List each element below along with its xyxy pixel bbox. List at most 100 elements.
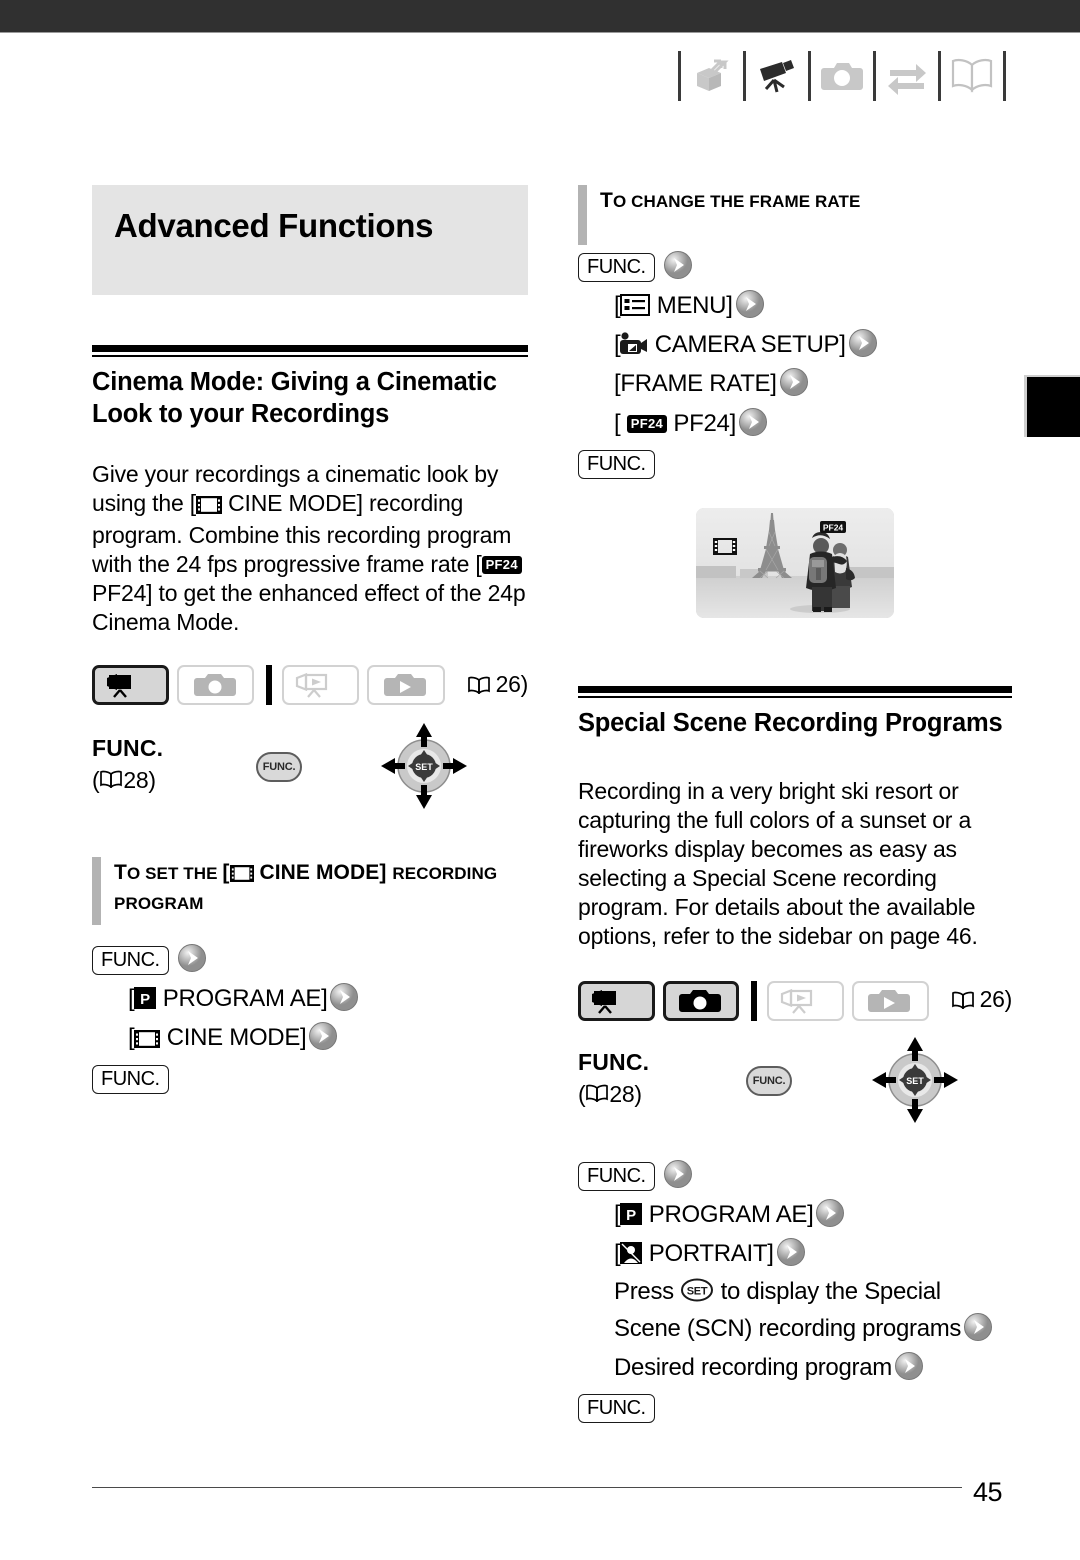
next-step-arrow-icon[interactable] (776, 1237, 806, 1276)
special-scene-body-paragraph: Recording in a very bright ski resort or… (578, 778, 978, 949)
chapter-icon-strip (676, 44, 1008, 108)
next-step-arrow-icon[interactable] (177, 943, 207, 982)
func-button-box[interactable]: FUNC. (578, 1162, 655, 1192)
section-title-special-scene: Special Scene Recording Programs (578, 708, 1003, 737)
mode-group-separator (266, 665, 273, 706)
svg-text:P: P (141, 991, 151, 1008)
next-step-arrow-icon[interactable] (963, 1312, 993, 1351)
icon-divider (808, 51, 811, 101)
subheading-text-frame-rate: TO CHANGE THE FRAME RATE (600, 189, 861, 212)
mode-camera-record-button[interactable] (578, 980, 655, 1021)
procedure-frame-rate: FUNC. [ MENU] [ CAMERA SETUP] [FRAME RAT… (578, 250, 1012, 480)
mode-photo-record-button[interactable] (177, 665, 255, 706)
procedure-step-scn-programs: Scene (SCN) recording programs (614, 1312, 1012, 1351)
program-ae-label: PROGRAM AE] (156, 985, 328, 1013)
cine-mode-filmstrip-icon (195, 492, 223, 521)
next-step-arrow-icon[interactable] (308, 1021, 338, 1060)
icon-divider (678, 51, 681, 101)
next-step-arrow-icon[interactable] (894, 1351, 924, 1390)
unpack-box-icon (683, 47, 741, 105)
func-page-number: 28 (123, 767, 149, 794)
open-book-icon (943, 47, 1001, 105)
section-rule (92, 345, 528, 357)
procedure-step-frame-rate: [FRAME RATE] (614, 367, 1012, 406)
page-reference-text: 26 (495, 670, 521, 697)
open-book-ref-icon (585, 1081, 609, 1107)
func-hardware-button-left[interactable]: FUNC. (256, 752, 302, 783)
mode-photo-play-button[interactable] (851, 980, 929, 1021)
next-step-arrow-icon[interactable] (815, 1198, 845, 1237)
set-button-icon[interactable]: SET (680, 1278, 714, 1311)
eiffel-tower-sample-photo: PF24 (696, 507, 894, 618)
next-step-arrow-icon[interactable] (329, 982, 359, 1021)
func-button-box[interactable]: FUNC. (578, 449, 655, 479)
icon-divider (743, 51, 746, 101)
procedure-step-menu: [ MENU] (614, 289, 1012, 328)
open-book-ref-icon (467, 673, 491, 699)
svg-text:P: P (627, 1207, 637, 1224)
svg-text:SET: SET (906, 1076, 924, 1086)
mode-button-row-right: 26) (578, 980, 1012, 1021)
next-step-arrow-icon[interactable] (738, 407, 768, 446)
joystick-set-left[interactable]: SET (379, 721, 469, 816)
page-number: 45 (972, 1477, 1003, 1507)
exchange-arrows-icon (878, 47, 936, 105)
body-text-part3: PF24] to get the enhanced effect of the … (92, 580, 526, 636)
mode-group-separator (751, 980, 758, 1021)
icon-divider (938, 51, 941, 101)
func-button-box[interactable]: FUNC. (92, 1064, 169, 1094)
subheading-accent-bar (578, 185, 587, 245)
section-title-cinema: Cinema Mode: Giving a Cinematic Look to … (92, 368, 497, 429)
pf24-badge: PF24 (626, 414, 668, 433)
procedure-step-cine-mode: [ CINE MODE] (128, 1021, 528, 1060)
func-block-right: FUNC. (28) FUNC. SET (578, 1036, 1012, 1153)
next-step-arrow-icon[interactable] (848, 328, 878, 367)
next-step-arrow-icon[interactable] (663, 1159, 693, 1198)
photo-camera-icon (813, 47, 871, 105)
chapter-tab-marker (1024, 375, 1080, 437)
procedure-step-func-close: FUNC. (92, 1063, 528, 1095)
mode-camera-play-button[interactable] (282, 665, 360, 706)
mode-camera-record-button[interactable] (92, 665, 170, 706)
camcorder-icon (748, 47, 806, 105)
open-book-ref-icon (951, 988, 975, 1014)
procedure-step-portrait: [ PORTRAIT] (614, 1237, 1012, 1276)
procedure-special-scene: FUNC. [P PROGRAM AE] [ PORTRAIT] Press S… (578, 1159, 1012, 1424)
func-page-number: 28 (609, 1080, 635, 1107)
mode-photo-play-button[interactable] (367, 665, 445, 706)
right-column: TO CHANGE THE FRAME RATE FUNC. [ MENU] [… (578, 185, 1012, 1424)
open-book-ref-icon (99, 767, 123, 793)
program-ae-label: PROGRAM AE] (642, 1201, 814, 1229)
procedure-step-func-open: FUNC. (92, 943, 528, 982)
func-block-left: FUNC. (28) FUNC. SET (92, 723, 528, 845)
procedure-step-func-open: FUNC. (578, 1159, 1012, 1198)
footer-rule (92, 1487, 962, 1488)
func-button-box[interactable]: FUNC. (92, 946, 169, 976)
joystick-set-right[interactable]: SET (870, 1035, 960, 1130)
subheading-frame-rate: TO CHANGE THE FRAME RATE (578, 185, 1012, 245)
func-button-box[interactable]: FUNC. (578, 1393, 655, 1423)
func-hardware-button-right[interactable]: FUNC. (746, 1065, 792, 1096)
procedure-step-program-ae: [P PROGRAM AE] (128, 982, 528, 1021)
svg-text:SET: SET (415, 762, 433, 772)
frame-rate-label: [FRAME RATE] (614, 370, 777, 398)
mode-camera-play-button[interactable] (767, 980, 844, 1021)
photo-wrapper: PF24 (578, 507, 1012, 618)
portrait-label: PORTRAIT] (642, 1240, 774, 1268)
next-step-arrow-icon[interactable] (779, 367, 809, 406)
mode-photo-record-button[interactable] (662, 980, 740, 1021)
next-step-arrow-icon[interactable] (663, 250, 693, 289)
section-rule (578, 685, 1012, 698)
procedure-step-camera-setup: [ CAMERA SETUP] (614, 328, 1012, 367)
pf24-badge: PF24 (481, 556, 522, 575)
func-button-box[interactable]: FUNC. (578, 253, 655, 283)
subheading-text-cine: TO SET THE [ CINE MODE] RECORDING PROGRA… (114, 861, 498, 914)
top-dark-bar (0, 0, 1080, 33)
svg-text:PF24: PF24 (823, 522, 844, 532)
press-set-text: to display the Special (720, 1278, 942, 1306)
scn-text: Scene (SCN) recording programs (614, 1314, 962, 1342)
chapter-banner: Advanced Functions (92, 185, 528, 295)
procedure-step-func-open: FUNC. (578, 250, 1012, 289)
next-step-arrow-icon[interactable] (735, 289, 765, 328)
camera-setup-icon (620, 331, 648, 364)
